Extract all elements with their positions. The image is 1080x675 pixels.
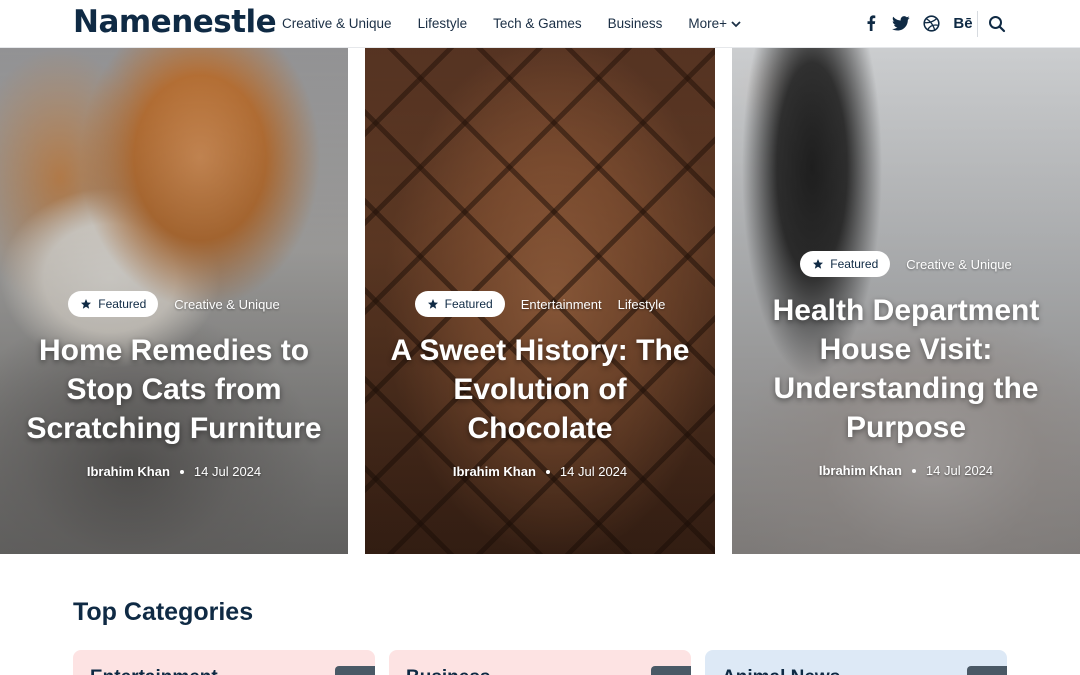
category-thumbnail bbox=[651, 666, 691, 675]
hero-title[interactable]: Health Department House Visit: Understan… bbox=[732, 291, 1080, 447]
hero-title[interactable]: A Sweet History: The Evolution of Chocol… bbox=[365, 331, 715, 448]
featured-badge-label: Featured bbox=[98, 297, 147, 311]
top-categories-heading: Top Categories bbox=[73, 598, 254, 626]
featured-badge[interactable]: Featured bbox=[68, 291, 159, 317]
star-icon bbox=[427, 299, 438, 309]
post-date: 14 Jul 2024 bbox=[193, 464, 262, 479]
category-name: Animal News bbox=[722, 667, 840, 675]
meta-separator bbox=[545, 469, 550, 474]
author-name[interactable]: Ibrahim Khan bbox=[819, 463, 902, 478]
post-date: 14 Jul 2024 bbox=[559, 464, 628, 479]
hero-content: Featured Entertainment Lifestyle A Sweet… bbox=[365, 291, 715, 479]
meta-separator bbox=[179, 469, 184, 474]
author-name[interactable]: Ibrahim Khan bbox=[453, 464, 536, 479]
search-icon[interactable] bbox=[988, 15, 1006, 33]
dribbble-icon[interactable] bbox=[922, 14, 940, 32]
hero-card-health[interactable]: Featured Creative & Unique Health Depart… bbox=[732, 48, 1080, 554]
category-tag[interactable]: Creative & Unique bbox=[906, 257, 1012, 272]
category-thumbnail bbox=[335, 666, 375, 675]
nav-item-lifestyle[interactable]: Lifestyle bbox=[418, 16, 468, 31]
main-nav: Creative & Unique Lifestyle Tech & Games… bbox=[282, 16, 741, 31]
hero-meta: Ibrahim Khan 14 Jul 2024 bbox=[365, 464, 715, 479]
category-card-entertainment[interactable]: Entertainment bbox=[73, 650, 375, 675]
site-header: Namenestle Creative & Unique Lifestyle T… bbox=[0, 0, 1080, 48]
site-logo[interactable]: Namenestle bbox=[73, 4, 277, 40]
author-name[interactable]: Ibrahim Khan bbox=[87, 464, 170, 479]
header-divider bbox=[977, 11, 978, 37]
hero-content: Featured Creative & Unique Health Depart… bbox=[732, 251, 1080, 478]
hero-card-cats[interactable]: Featured Creative & Unique Home Remedies… bbox=[0, 48, 348, 554]
nav-item-more[interactable]: More+ bbox=[688, 16, 741, 31]
star-icon bbox=[81, 299, 92, 309]
hero-title[interactable]: Home Remedies to Stop Cats from Scratchi… bbox=[0, 331, 348, 448]
facebook-icon[interactable] bbox=[862, 14, 880, 32]
featured-badge[interactable]: Featured bbox=[414, 291, 505, 317]
featured-badge[interactable]: Featured bbox=[800, 251, 891, 277]
post-date: 14 Jul 2024 bbox=[925, 463, 994, 478]
featured-badge-label: Featured bbox=[830, 257, 879, 271]
nav-item-creative-unique[interactable]: Creative & Unique bbox=[282, 16, 392, 31]
star-icon bbox=[813, 259, 824, 269]
category-card-animal-news[interactable]: Animal News bbox=[705, 650, 1007, 675]
hero-tags: Featured Creative & Unique bbox=[732, 251, 1080, 277]
nav-more-label: More+ bbox=[688, 16, 728, 31]
category-tag[interactable]: Creative & Unique bbox=[174, 297, 280, 312]
category-name: Entertainment bbox=[90, 667, 218, 675]
hero-tags: Featured Entertainment Lifestyle bbox=[365, 291, 715, 317]
hero-meta: Ibrahim Khan 14 Jul 2024 bbox=[0, 464, 348, 479]
behance-icon[interactable]: Bē bbox=[952, 14, 974, 32]
category-thumbnail bbox=[967, 666, 1007, 675]
nav-item-tech-games[interactable]: Tech & Games bbox=[493, 16, 582, 31]
hero-card-chocolate[interactable]: Featured Entertainment Lifestyle A Sweet… bbox=[365, 48, 715, 554]
category-name: Business bbox=[406, 667, 490, 675]
meta-separator bbox=[911, 468, 916, 473]
category-tag[interactable]: Lifestyle bbox=[618, 297, 666, 312]
category-tag[interactable]: Entertainment bbox=[521, 297, 602, 312]
twitter-icon[interactable] bbox=[892, 14, 910, 32]
featured-badge-label: Featured bbox=[444, 297, 493, 311]
social-links: Bē bbox=[862, 14, 974, 32]
hero-content: Featured Creative & Unique Home Remedies… bbox=[0, 291, 348, 479]
chevron-down-icon bbox=[731, 20, 741, 27]
hero-meta: Ibrahim Khan 14 Jul 2024 bbox=[732, 463, 1080, 478]
nav-item-business[interactable]: Business bbox=[608, 16, 663, 31]
hero-tags: Featured Creative & Unique bbox=[0, 291, 348, 317]
category-card-business[interactable]: Business bbox=[389, 650, 691, 675]
